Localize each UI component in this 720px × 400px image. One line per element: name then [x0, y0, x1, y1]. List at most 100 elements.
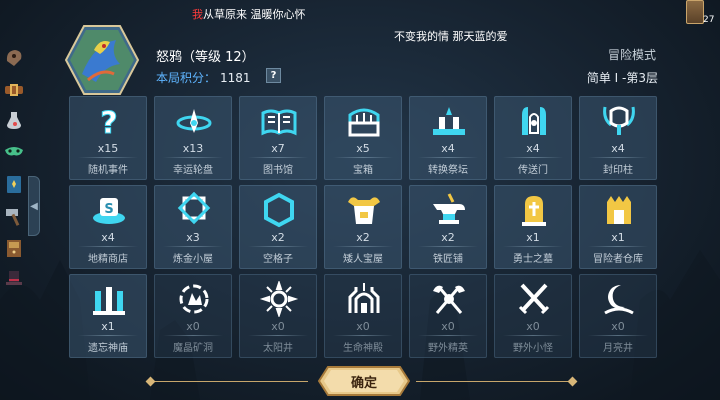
- tomb-icon: [522, 196, 546, 226]
- confirm-line-right: [416, 381, 572, 382]
- altar-icon: [433, 107, 465, 135]
- event-cell[interactable]: x2 铁匠铺: [409, 185, 487, 269]
- lyric-line-1-text: 从草原来 温暖你心怀: [203, 8, 306, 21]
- event-count: x1: [611, 231, 625, 244]
- ornament-diamond: [145, 376, 156, 387]
- event-cell[interactable]: x1 冒险者仓库: [579, 185, 657, 269]
- anvil-icon: [433, 193, 465, 224]
- event-grid: ? x15 随机事件 x13 幸运轮盘 x7 图书馆 x5 宝箱 x4 转换祭坛…: [69, 96, 657, 358]
- event-name: 封印柱: [603, 165, 633, 176]
- crossed-swords-icon: [518, 283, 550, 315]
- card-deck-icon[interactable]: [686, 0, 704, 24]
- event-cell[interactable]: x2 空格子: [239, 185, 317, 269]
- score-line: 本局积分： 1181: [156, 69, 251, 86]
- event-cell[interactable]: x0 生命神殿: [324, 274, 402, 358]
- event-count: x0: [186, 320, 200, 333]
- event-cell[interactable]: x0 魔晶矿洞: [154, 274, 232, 358]
- lyric-highlight: 我: [192, 8, 203, 21]
- event-cell[interactable]: x3 炼金小屋: [154, 185, 232, 269]
- event-name: 遗忘神庙: [88, 343, 128, 354]
- event-count: x4: [526, 142, 540, 155]
- event-name: 炼金小屋: [173, 254, 213, 265]
- lyric-line-2: 不变我的情 那天蓝的爱: [394, 30, 508, 43]
- event-name: 地精商店: [88, 254, 128, 265]
- belt-icon[interactable]: [2, 78, 26, 102]
- event-cell[interactable]: x1 勇士之墓: [494, 185, 572, 269]
- event-count: x1: [101, 320, 115, 333]
- difficulty-label: 简单 I -第3层: [586, 71, 658, 85]
- life-shrine-icon: [348, 283, 380, 313]
- mode-label: 冒险模式: [607, 48, 656, 62]
- event-name: 生命神殿: [343, 343, 383, 354]
- event-cell[interactable]: x0 月亮井: [579, 274, 657, 358]
- event-name: 幸运轮盘: [173, 165, 213, 176]
- event-count: x0: [271, 320, 285, 333]
- question-mark-icon: ?: [100, 106, 118, 140]
- green-mask-icon[interactable]: [2, 140, 26, 164]
- event-name: 野外小怪: [513, 343, 553, 354]
- event-count: x0: [526, 320, 540, 333]
- event-cell[interactable]: x1 遗忘神庙: [69, 274, 147, 358]
- crow-mask-icon[interactable]: [2, 46, 26, 70]
- event-count: x2: [441, 231, 455, 244]
- sidebar-toggle[interactable]: ◀: [28, 176, 40, 236]
- card-deck-count: 27: [703, 15, 715, 25]
- crystal-mine-icon: [179, 284, 209, 314]
- event-count: x1: [526, 231, 540, 244]
- event-count: x2: [356, 231, 370, 244]
- event-count: x15: [97, 142, 119, 155]
- event-cell[interactable]: x4 传送门: [494, 96, 572, 180]
- roulette-icon: [176, 109, 212, 133]
- confirm-line-left: [150, 381, 308, 382]
- event-count: x13: [182, 142, 204, 155]
- svg-text:S: S: [104, 202, 113, 217]
- event-count: x0: [441, 320, 455, 333]
- event-cell[interactable]: x4 封印柱: [579, 96, 657, 180]
- event-name: 图书馆: [263, 165, 293, 176]
- event-count: x3: [186, 231, 200, 244]
- event-count: x5: [356, 142, 370, 155]
- event-cell[interactable]: x0 野外精英: [409, 274, 487, 358]
- elite-axes-icon: [433, 285, 465, 314]
- event-name: 传送门: [518, 165, 548, 176]
- event-cell[interactable]: x4 转换祭坛: [409, 96, 487, 180]
- event-name: 太阳井: [263, 343, 293, 354]
- event-name: 勇士之墓: [513, 254, 553, 265]
- event-count: x0: [356, 320, 370, 333]
- ornament-diamond: [567, 376, 578, 387]
- help-button[interactable]: ?: [266, 68, 281, 83]
- hammer-icon[interactable]: [2, 204, 26, 228]
- book-icon: [261, 109, 297, 136]
- event-cell[interactable]: x2 矮人宝屋: [324, 185, 402, 269]
- score-label: 本局积分：: [156, 71, 217, 85]
- dwarf-treasure-icon: [348, 197, 380, 224]
- hexagon-icon: [264, 192, 294, 228]
- confirm-button[interactable]: 确定: [318, 366, 410, 396]
- event-count: x2: [271, 231, 285, 244]
- portal-icon: [522, 107, 546, 135]
- moon-well-icon: [604, 285, 634, 315]
- event-count: x4: [611, 142, 625, 155]
- lyric-line-1: 我从草原来 温暖你心怀: [192, 6, 306, 22]
- confirm-label: 确定: [350, 375, 377, 391]
- cabinet-icon[interactable]: [2, 236, 26, 260]
- event-cell[interactable]: S x4 地精商店: [69, 185, 147, 269]
- sun-well-icon: [259, 281, 299, 317]
- event-cell[interactable]: x0 太阳井: [239, 274, 317, 358]
- event-cell[interactable]: x0 野外小怪: [494, 274, 572, 358]
- event-name: 宝箱: [353, 165, 373, 176]
- player-name: 怒鸦（等级 12）: [156, 50, 255, 65]
- temple-icon: [93, 287, 125, 315]
- event-cell[interactable]: x13 幸运轮盘: [154, 96, 232, 180]
- top-hat-icon[interactable]: [2, 266, 26, 290]
- event-cell[interactable]: x5 宝箱: [324, 96, 402, 180]
- event-name: 魔晶矿洞: [173, 343, 213, 354]
- event-name: 空格子: [263, 254, 293, 265]
- event-name: 随机事件: [88, 165, 128, 176]
- potion-icon[interactable]: [2, 108, 26, 132]
- event-cell[interactable]: x7 图书馆: [239, 96, 317, 180]
- event-count: x4: [441, 142, 455, 155]
- event-name: 铁匠铺: [433, 254, 463, 265]
- spellbook-icon[interactable]: [2, 172, 26, 196]
- event-cell[interactable]: ? x15 随机事件: [69, 96, 147, 180]
